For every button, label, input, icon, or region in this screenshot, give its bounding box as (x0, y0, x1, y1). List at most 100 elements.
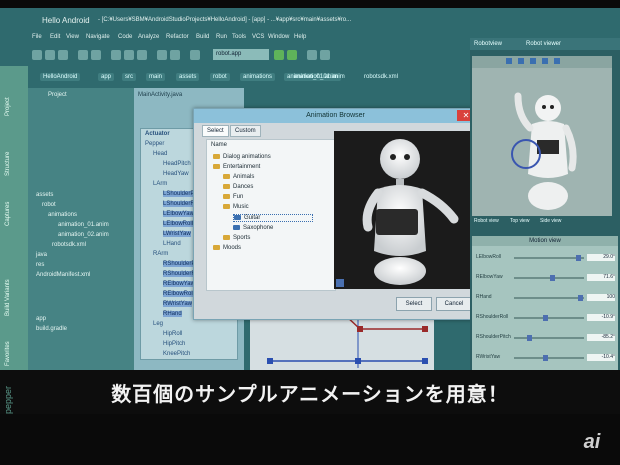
tree-node-selected[interactable]: Guitar (233, 214, 314, 223)
tab-side-view[interactable]: Side view (540, 218, 561, 224)
menu-help[interactable]: Help (294, 34, 306, 40)
menu-tools[interactable]: Tools (232, 34, 246, 40)
tool-tab-structure[interactable]: Structure (5, 152, 11, 176)
motion-joint-slider[interactable] (514, 355, 584, 361)
motion-joint-value[interactable]: -85.2° (587, 334, 615, 341)
slider-knob[interactable] (578, 295, 583, 301)
menu-run[interactable]: Run (216, 34, 227, 40)
tree-node[interactable]: Entertainment (213, 164, 260, 170)
motion-joint-slider[interactable] (514, 335, 584, 341)
debug-icon[interactable] (287, 50, 297, 60)
actuator-item[interactable]: RHand (163, 311, 182, 317)
motion-joint-slider[interactable] (514, 315, 584, 321)
open-folder-icon[interactable] (32, 50, 42, 60)
actuator-item[interactable]: LElbowRoll (163, 221, 194, 227)
motion-joint-value[interactable]: 29.0° (587, 254, 615, 261)
actuator-item[interactable]: RElbowRoll (163, 291, 195, 297)
editor-tab[interactable]: robotsdk.xml (364, 74, 398, 80)
menu-edit[interactable]: Edit (50, 34, 60, 40)
actuator-item[interactable]: RElbowYaw (163, 281, 195, 287)
menu-file[interactable]: File (32, 34, 42, 40)
replace-icon[interactable] (170, 50, 180, 60)
actuator-item[interactable]: LWristYaw (163, 231, 191, 237)
tree-item[interactable]: java (36, 252, 47, 258)
menu-code[interactable]: Code (118, 34, 132, 40)
actuator-item[interactable]: RArm (153, 251, 168, 257)
menu-view[interactable]: View (66, 34, 79, 40)
tree-item[interactable]: assets (36, 192, 53, 198)
undo-icon[interactable] (78, 50, 88, 60)
actuator-item[interactable]: Leg (153, 321, 163, 327)
breadcrumb-item[interactable]: robot (210, 73, 230, 81)
motion-joint-value[interactable]: -10.9° (587, 314, 615, 321)
tab-top-view[interactable]: Top view (510, 218, 529, 224)
breadcrumb-item[interactable]: app (98, 73, 115, 81)
motion-joint-value[interactable]: 100 (587, 294, 615, 301)
tree-node[interactable]: Saxophone (233, 225, 273, 231)
tree-node[interactable]: Moods (213, 245, 241, 251)
actuator-item[interactable]: HeadYaw (163, 171, 189, 177)
editor-tab[interactable]: animation_01.anim (294, 74, 345, 80)
breadcrumb-item[interactable]: assets (176, 73, 200, 81)
tree-node[interactable]: Dialog animations (213, 154, 271, 160)
avd-manager-icon[interactable] (320, 50, 330, 60)
actuator-item[interactable]: HipRoll (163, 331, 182, 337)
run-icon[interactable] (274, 50, 284, 60)
motion-joint-slider[interactable] (514, 255, 584, 261)
breadcrumb-item[interactable]: main (146, 73, 166, 81)
tool-tab-favorites[interactable]: Favorites (5, 341, 11, 366)
tree-item[interactable]: AndroidManifest.xml (36, 272, 90, 278)
actuator-item[interactable]: LElbowYaw (163, 211, 194, 217)
editor-tab[interactable]: MainActivity.java (138, 92, 182, 98)
breadcrumb-item[interactable]: HelloAndroid (40, 73, 81, 81)
tree-item[interactable]: animation_01.anim (58, 222, 109, 228)
find-icon[interactable] (157, 50, 167, 60)
menu-analyze[interactable]: Analyze (138, 34, 159, 40)
tool-tab-build-variants[interactable]: Build Variants (5, 279, 11, 316)
tree-node[interactable]: Fun (223, 194, 243, 200)
save-icon[interactable] (45, 50, 55, 60)
breadcrumb-item[interactable]: animations (240, 73, 276, 81)
slider-knob[interactable] (576, 255, 581, 261)
tab-robot-view[interactable]: Robot view (474, 218, 499, 224)
tab-select[interactable]: Select (202, 125, 229, 137)
sync-icon[interactable] (58, 50, 68, 60)
select-button[interactable]: Select (396, 297, 432, 311)
actuator-item[interactable]: Head (153, 151, 167, 157)
actuator-item[interactable]: LArm (153, 181, 167, 187)
actuator-item[interactable]: KneePitch (163, 351, 190, 357)
motion-joint-value[interactable]: -10.4° (587, 354, 615, 361)
copy-icon[interactable] (124, 50, 134, 60)
tree-item[interactable]: res (36, 262, 44, 268)
robot-3d-view[interactable] (472, 56, 612, 216)
actuator-item[interactable]: HipPitch (163, 341, 185, 347)
slider-knob[interactable] (543, 315, 548, 321)
tool-tab-captures[interactable]: Captures (5, 202, 11, 226)
tree-item[interactable]: build.gradle (36, 326, 67, 332)
menu-build[interactable]: Build (196, 34, 209, 40)
tree-node[interactable]: Dances (223, 184, 253, 190)
tree-item[interactable]: app (36, 316, 46, 322)
motion-joint-value[interactable]: 71.6° (587, 274, 615, 281)
tool-tab-project[interactable]: Project (5, 97, 11, 116)
tree-node[interactable]: Animals (223, 174, 254, 180)
run-configuration-select[interactable]: robot.app (213, 49, 269, 60)
redo-icon[interactable] (91, 50, 101, 60)
breadcrumb-item[interactable]: src (122, 73, 136, 81)
actuator-item[interactable]: LHand (163, 241, 181, 247)
cancel-button[interactable]: Cancel (436, 297, 472, 311)
tree-node[interactable]: Music (223, 204, 249, 210)
make-project-icon[interactable] (190, 50, 200, 60)
menu-vcs[interactable]: VCS (252, 34, 264, 40)
slider-knob[interactable] (527, 335, 532, 341)
project-view-selector[interactable]: Project (48, 92, 67, 98)
paste-icon[interactable] (137, 50, 147, 60)
slider-knob[interactable] (550, 275, 555, 281)
sdk-manager-icon[interactable] (307, 50, 317, 60)
motion-joint-slider[interactable] (514, 295, 584, 301)
menu-navigate[interactable]: Navigate (86, 34, 110, 40)
tree-item[interactable]: robot (42, 202, 56, 208)
tab-custom[interactable]: Custom (230, 125, 261, 137)
menu-refactor[interactable]: Refactor (166, 34, 189, 40)
tree-item[interactable]: animation_02.anim (58, 232, 109, 238)
